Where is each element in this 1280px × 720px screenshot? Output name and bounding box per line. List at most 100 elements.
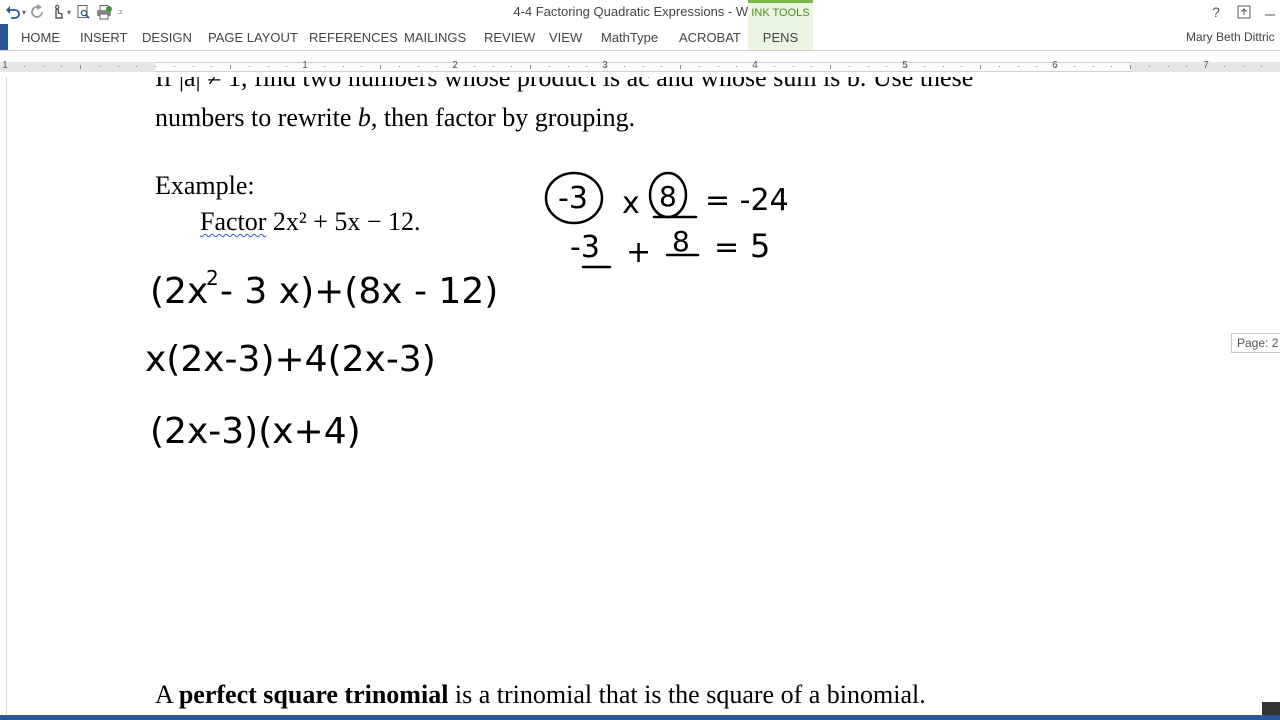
ruler-tick: [174, 66, 175, 67]
svg-text:-3: -3: [570, 230, 600, 265]
scroll-corner: [1262, 702, 1280, 716]
ruler-tick: [305, 66, 306, 67]
ruler-tick: [943, 66, 944, 67]
ruler-tick: [680, 65, 681, 69]
ink-annotations[interactable]: -3 x 8 = -24 -3 + 8 = 5 (2x 2 - 3 x)+(8x…: [0, 77, 1280, 715]
tab-home[interactable]: HOME: [21, 30, 60, 45]
tab-references[interactable]: REFERENCES: [309, 30, 398, 45]
svg-text:5: 5: [750, 227, 770, 265]
svg-text:8: 8: [672, 225, 690, 258]
ruler-tick: [699, 66, 700, 67]
ruler-tick: [793, 66, 794, 67]
customize-qat-button[interactable]: ⩡: [116, 2, 124, 22]
ink-tools-label: INK TOOLS: [751, 7, 810, 19]
redo-button[interactable]: [29, 2, 47, 22]
print-preview-icon: [77, 5, 90, 19]
ruler-tick: [924, 66, 925, 67]
redo-icon: [31, 4, 43, 18]
svg-text:=: =: [714, 230, 739, 265]
tab-view[interactable]: VIEW: [549, 30, 582, 45]
page-indicator: Page: 2: [1231, 333, 1280, 353]
ruler-tick: [1168, 66, 1169, 67]
undo-dropdown-icon[interactable]: ▾: [22, 8, 26, 17]
ruler-tick: [624, 66, 625, 67]
svg-text:- 3 x)+(8x - 12): - 3 x)+(8x - 12): [220, 271, 498, 312]
file-tab[interactable]: [0, 24, 8, 50]
ruler-tick: [1224, 66, 1225, 67]
tab-acrobat[interactable]: ACROBAT: [679, 30, 741, 45]
minimize-button[interactable]: [1260, 2, 1280, 22]
perfect-square-lead: A: [155, 680, 179, 709]
ruler-tick: [1018, 66, 1019, 67]
ribbon-display-options-icon: [1237, 5, 1251, 19]
ruler-tick: [643, 66, 644, 67]
ruler-tick: [1093, 66, 1094, 67]
ruler-tick: [43, 66, 44, 67]
ruler-tick: [586, 66, 587, 67]
quick-access-toolbar: ▾ ▾ ⩡: [4, 2, 124, 22]
ruler-tick: [830, 65, 831, 69]
help-button[interactable]: ?: [1204, 2, 1228, 22]
tab-review[interactable]: REVIEW: [484, 30, 535, 45]
ruler-tick: [755, 66, 756, 67]
ruler-tick: [418, 66, 419, 67]
ink-sum-check: -3 + 8 = 5: [570, 225, 770, 270]
svg-text:-3: -3: [558, 181, 588, 216]
touch-mode-button[interactable]: ▾: [49, 2, 72, 22]
tab-mathtype[interactable]: MathType: [601, 30, 658, 45]
svg-text:+: +: [626, 235, 651, 270]
ruler-tick: [980, 65, 981, 69]
title-bar: ▾ ▾ ⩡ 4-4 Factoring Quadratic Expression…: [0, 0, 1280, 24]
quick-print-button[interactable]: [94, 2, 114, 22]
perfect-square-term: perfect square trinomial: [178, 680, 449, 709]
undo-button[interactable]: ▾: [4, 2, 27, 22]
ruler-tick: [718, 66, 719, 67]
quick-print-icon: [97, 5, 113, 20]
tab-design[interactable]: DESIGN: [142, 30, 192, 45]
document-canvas[interactable]: If |a| ≠ 1, find two numbers whose produ…: [0, 77, 1280, 715]
tab-page-layout[interactable]: PAGE LAYOUT: [208, 30, 298, 45]
ruler-tick: [211, 66, 212, 67]
horizontal-ruler[interactable]: 1 1 2 3 4 5 6 7: [0, 58, 1280, 76]
svg-text:x(2x-3)+4(2x-3): x(2x-3)+4(2x-3): [145, 339, 436, 380]
perfect-square-definition: is a trinomial that is the square of a b…: [448, 680, 926, 709]
ruler-tick: [343, 66, 344, 67]
window-title: 4-4 Factoring Quadratic Expressions - Wo…: [513, 4, 767, 19]
tab-pens[interactable]: PENS: [748, 24, 813, 50]
ruler-tick: [324, 66, 325, 67]
ruler-tick: [568, 66, 569, 67]
svg-text:(2x: (2x: [150, 271, 208, 312]
ruler-tick: [118, 66, 119, 67]
ruler-tick: [268, 66, 269, 67]
ruler-tick: [493, 66, 494, 67]
ruler-tick: [549, 66, 550, 67]
ruler-tick: [1130, 65, 1131, 69]
ruler-tick: [361, 66, 362, 67]
svg-text:= -24: = -24: [705, 183, 789, 218]
ruler-tick: [661, 66, 662, 67]
ruler-tick: [999, 66, 1000, 67]
ruler-tick: [849, 66, 850, 67]
ink-step-1: (2x 2 - 3 x)+(8x - 12): [150, 266, 498, 312]
ruler-tick: [868, 66, 869, 67]
undo-icon: [6, 6, 20, 19]
print-preview-button[interactable]: [74, 2, 92, 22]
ruler-tick: [961, 66, 962, 67]
ruler-tick: [1149, 66, 1150, 67]
ribbon-display-options-button[interactable]: [1232, 2, 1256, 22]
ruler-tick: [61, 66, 62, 67]
svg-text:x: x: [622, 186, 640, 221]
ruler-tick: [399, 66, 400, 67]
ruler-tick: [474, 66, 475, 67]
ruler-tick: [193, 66, 194, 67]
tab-insert[interactable]: INSERT: [80, 30, 127, 45]
user-name[interactable]: Mary Beth Dittric: [1186, 30, 1275, 44]
ruler-tick: [436, 66, 437, 67]
minimize-icon: [1265, 14, 1275, 16]
ruler-tick: [886, 66, 887, 67]
tab-mailings[interactable]: MAILINGS: [404, 30, 466, 45]
ruler-tick: [774, 66, 775, 67]
ink-step-2: x(2x-3)+4(2x-3): [145, 339, 436, 380]
touch-mode-dropdown-icon[interactable]: ▾: [67, 8, 71, 17]
window-controls: ?: [1204, 2, 1280, 22]
